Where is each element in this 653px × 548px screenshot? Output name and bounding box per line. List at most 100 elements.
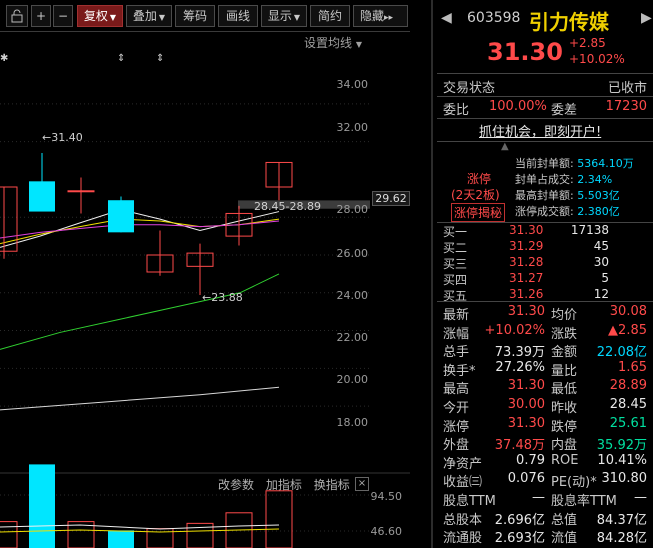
status-label: 交易状态	[443, 81, 496, 96]
price-change: +2.85	[569, 36, 606, 50]
stat-value: 0.076	[507, 471, 545, 487]
bid-volume: 45	[593, 239, 609, 253]
bid-row[interactable]: 买一 31.30 17138	[437, 223, 653, 239]
range-annotation: 28.45-28.89	[254, 200, 321, 213]
weibi-row: 委比 100.00% 委差 17230	[437, 99, 653, 119]
status-value: 已收市	[607, 81, 647, 96]
seal-label: 封单占成交:	[515, 173, 574, 186]
chevron-down-icon: ▼	[158, 13, 166, 22]
jianyue-button[interactable]: 简约	[310, 5, 350, 27]
divider	[437, 301, 653, 302]
ma-settings-button[interactable]: 设置均线 ▼	[304, 34, 362, 51]
stat-label: 最新	[443, 308, 470, 323]
stat-row: 最高 31.30 最低 28.89	[437, 378, 653, 398]
price-change-pct: +10.02%	[569, 52, 625, 66]
quote-header: ◀ 603598 引力传媒 ▶	[437, 6, 653, 34]
stat-label: 净资产	[443, 456, 483, 472]
stat-label: 最低	[551, 382, 578, 398]
add-indicator-button[interactable]: 加指标	[266, 478, 302, 492]
stat-value: 2.696亿	[494, 512, 545, 528]
next-stock-icon[interactable]: ▶	[641, 10, 652, 26]
prev-stock-icon[interactable]: ◀	[441, 10, 452, 26]
huaxian-button[interactable]: 画线	[218, 5, 258, 27]
weibi-label: 委比	[443, 103, 470, 118]
bid-volume: 12	[593, 287, 609, 301]
stat-row: 股息TTM — 股息率TTM —	[437, 490, 653, 509]
limit-secret-button[interactable]: 涨停揭秘	[451, 203, 506, 222]
low-annotation: ←23.88	[202, 291, 243, 304]
stat-label: 总手	[443, 345, 470, 361]
chevron-down-icon: ▼	[355, 40, 362, 49]
weicha-label: 委差	[551, 103, 578, 118]
stat-label: 换手*	[443, 363, 476, 379]
bid-row[interactable]: 买四 31.27 5	[437, 271, 653, 287]
stock-name: 引力传媒	[529, 10, 609, 34]
seal-value: 5364.10万	[577, 157, 634, 170]
promo-row: 抓住机会，即刻开户!	[437, 121, 653, 141]
chevron-down-icon: ▼	[293, 13, 301, 22]
stat-label: 金额	[551, 345, 578, 361]
limit-up-block: 涨停 (2天2板) 涨停揭秘 当前封单额: 5364.10万 封单占成交: 2.…	[437, 156, 653, 222]
candle-body	[108, 200, 134, 233]
seal-value: 2.380亿	[577, 205, 620, 218]
price-tick: 18.00	[336, 416, 369, 429]
stat-label: 收益㈢	[443, 475, 483, 491]
stat-row: 最新 31.30 均价 30.08	[437, 304, 653, 323]
stat-value: 0.79	[516, 452, 545, 468]
stat-value: 30.08	[609, 304, 647, 319]
kline-chart[interactable]: 设置均线 ▼ ✱ ⇕ ⇕ 34.00 32.00 28.00 26.00 24.…	[0, 33, 410, 548]
stat-value: 31.30	[507, 304, 545, 319]
candle-body	[29, 181, 55, 212]
bid-price: 31.26	[509, 287, 544, 301]
candle-body	[67, 190, 95, 193]
divider	[437, 118, 653, 119]
zoom-out-button[interactable]: −	[53, 5, 73, 27]
bid-label: 买四	[443, 273, 468, 287]
bid-price: 31.28	[509, 255, 544, 269]
bid-row[interactable]: 买二 31.29 45	[437, 239, 653, 255]
volume-bar	[108, 530, 134, 548]
stat-row: 外盘 37.48万 内盘 35.92万	[437, 434, 653, 454]
fuquan-dropdown[interactable]: 复权 ▼	[77, 5, 123, 27]
price-tick: 34.00	[336, 78, 369, 91]
change-params-button[interactable]: 改参数	[218, 478, 254, 492]
seal-label: 当前封单额:	[515, 157, 574, 170]
zoom-in-button[interactable]: +	[31, 5, 51, 27]
stat-value: 10.41%	[597, 452, 647, 468]
close-icon[interactable]: ×	[355, 477, 369, 491]
bid-row[interactable]: 买三 31.28 30	[437, 255, 653, 271]
stat-label: 均价	[551, 308, 578, 323]
stat-label: 流值	[551, 531, 578, 547]
xianshi-label: 显示	[267, 9, 292, 23]
collapse-icon[interactable]: ▲	[501, 141, 509, 152]
chevron-down-icon: ▼	[109, 13, 117, 22]
limit-days: (2天2板)	[451, 188, 500, 202]
low-annotation-value: 23.88	[211, 291, 243, 304]
price-tick: 22.00	[336, 331, 369, 344]
stat-row: 涨幅 +10.02% 涨跌 ▲2.85	[437, 323, 653, 342]
stat-label: 股息率TTM	[551, 494, 617, 509]
yincang-button[interactable]: 隐藏▸▸	[353, 5, 408, 27]
stat-value: 1.65	[618, 359, 647, 375]
stat-row: 收益㈢ 0.076 PE(动)* 310.80	[437, 471, 653, 491]
lock-icon[interactable]	[6, 5, 28, 27]
ma-line-60	[0, 273, 280, 350]
volume-bar	[265, 490, 293, 548]
stat-label: 外盘	[443, 438, 470, 454]
axis-strip	[410, 0, 431, 548]
diejia-dropdown[interactable]: 叠加 ▼	[126, 5, 172, 27]
open-account-link[interactable]: 抓住机会，即刻开户!	[479, 121, 601, 140]
chart-toolbar: + − 复权 ▼ 叠加 ▼ 筹码 画线 显示 ▼ 简约 隐藏▸▸	[0, 0, 410, 32]
switch-indicator-button[interactable]: 换指标	[314, 478, 350, 492]
stat-value: 22.08亿	[596, 345, 647, 361]
xianshi-dropdown[interactable]: 显示 ▼	[261, 5, 307, 27]
panel-divider[interactable]	[431, 0, 433, 548]
price-block: 31.30 +2.85 +10.02%	[437, 36, 653, 72]
stat-value: 28.89	[609, 378, 647, 394]
seal-list: 当前封单额: 5364.10万 封单占成交: 2.34% 最高封单额: 5.50…	[515, 156, 634, 220]
stat-label: 总股本	[443, 512, 483, 528]
stat-value: 37.48万	[494, 438, 545, 454]
chouma-button[interactable]: 筹码	[175, 5, 215, 27]
ma-line-10	[0, 218, 280, 245]
volume-bar	[29, 464, 55, 548]
